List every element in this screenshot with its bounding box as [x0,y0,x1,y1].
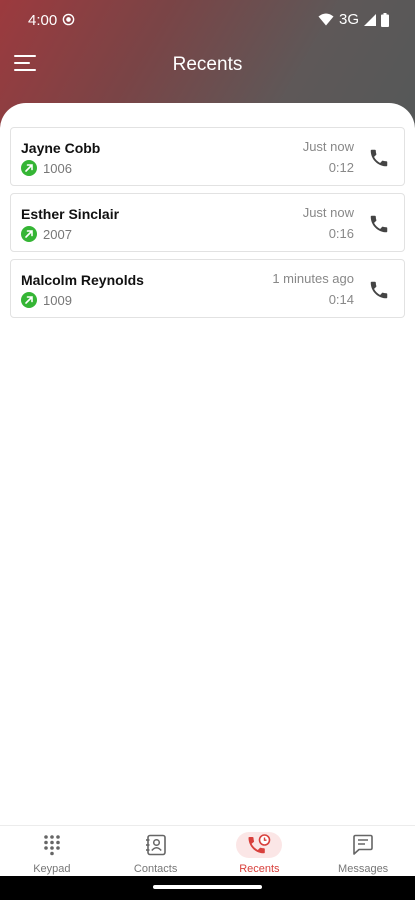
system-navigation-bar [0,876,415,900]
network-type: 3G [338,11,359,28]
call-duration: 0:14 [328,292,354,307]
call-time: 1 minutes ago [272,271,354,286]
nav-label: Keypad [33,863,71,875]
outgoing-call-icon [21,292,37,308]
screen-record-icon [62,13,75,26]
contact-name: Malcolm Reynolds [21,272,144,288]
nav-label: Recents [239,863,280,875]
nav-recents[interactable]: Recents [208,826,312,876]
messages-icon [353,834,373,855]
recent-call-item[interactable]: Jayne Cobb 1006 Just now 0:12 [10,127,405,186]
contact-name: Esther Sinclair [21,206,120,222]
nav-label: Contacts [133,863,178,875]
wifi-icon [318,13,334,26]
phone-icon[interactable] [368,147,390,169]
recents-list: Jayne Cobb 1006 Just now 0:12 Esther Sin… [10,127,405,325]
call-duration: 0:12 [328,160,354,175]
nav-keypad[interactable]: Keypad [0,826,104,876]
contacts-icon [145,834,166,856]
call-time: Just now [302,205,354,220]
contact-number: 2007 [43,227,72,242]
contact-number: 1006 [43,161,72,176]
recent-call-item[interactable]: Malcolm Reynolds 1009 1 minutes ago 0:14 [10,259,405,318]
app-bar: Recents [0,50,415,82]
contact-number: 1009 [43,293,72,308]
call-time: Just now [302,139,354,154]
status-bar: 4:00 3G [0,0,415,40]
phone-icon[interactable] [368,213,390,235]
phone-icon[interactable] [368,279,390,301]
home-handle[interactable] [153,885,262,889]
outgoing-call-icon [21,226,37,242]
nav-messages[interactable]: Messages [311,826,415,876]
battery-icon [381,12,389,27]
outgoing-call-icon [21,160,37,176]
recent-call-item[interactable]: Esther Sinclair 2007 Just now 0:16 [10,193,405,252]
page-title: Recents [172,54,243,75]
keypad-icon [44,835,60,856]
signal-icon [364,13,376,26]
call-duration: 0:16 [328,226,354,241]
bottom-navigation: Keypad Contacts Recents Messages [0,825,415,876]
contact-name: Jayne Cobb [21,140,101,156]
recents-icon [248,834,271,854]
nav-label: Messages [338,863,389,875]
content-sheet: Jayne Cobb 1006 Just now 0:12 Esther Sin… [0,103,415,825]
nav-contacts[interactable]: Contacts [104,826,208,876]
status-time: 4:00 [28,12,58,29]
